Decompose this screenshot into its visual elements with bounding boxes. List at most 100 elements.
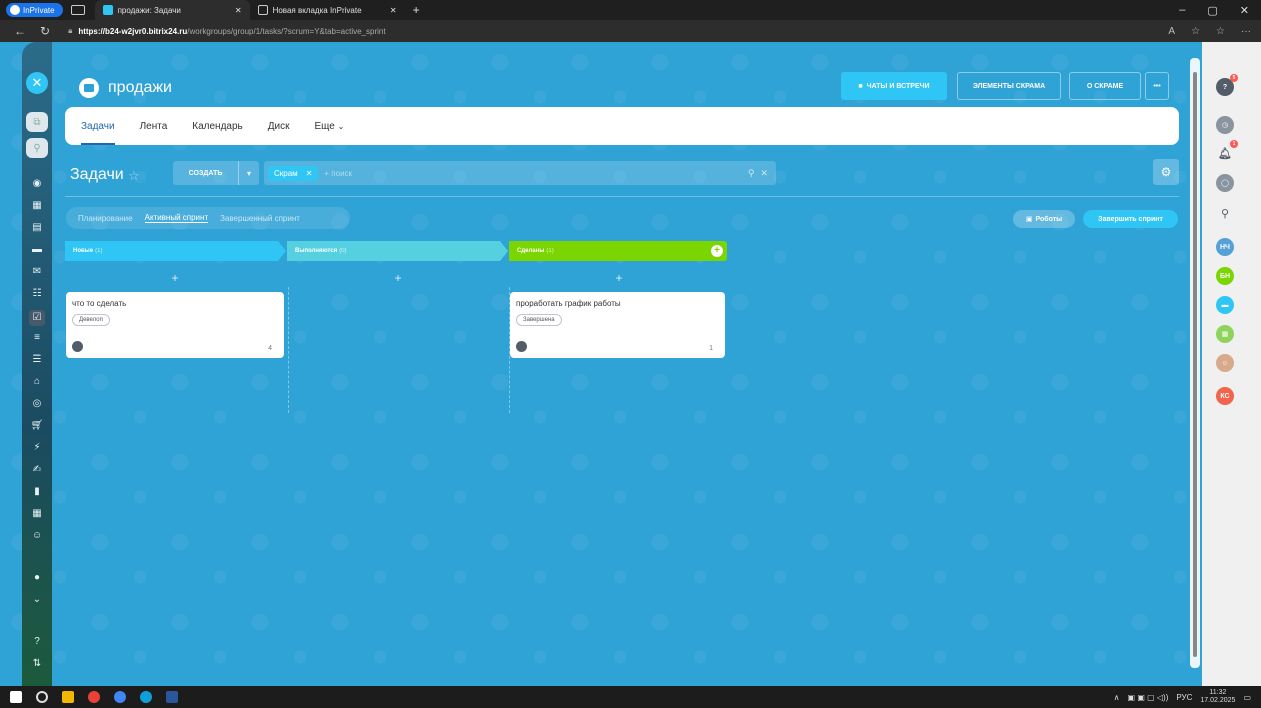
- search-icon[interactable]: ⚲: [748, 168, 755, 179]
- minimize-icon[interactable]: –: [1179, 4, 1185, 17]
- tab-disk[interactable]: Диск: [268, 121, 290, 132]
- browser-tab-tasks[interactable]: продажи: Задачи ✕: [94, 0, 250, 20]
- mail-icon[interactable]: ✉: [30, 266, 44, 278]
- tray-icons[interactable]: ▣ ▣ ▢ ◁)): [1128, 693, 1169, 702]
- bell-icon[interactable]: 🔔︎ 1: [1216, 140, 1238, 162]
- help-icon[interactable]: ?: [30, 636, 44, 648]
- add-task-icon[interactable]: +: [388, 271, 408, 285]
- search-icon[interactable]: ⚲: [1216, 204, 1234, 222]
- target-icon[interactable]: ◉: [30, 178, 44, 190]
- edge-icon[interactable]: [140, 691, 152, 703]
- calendar-icon[interactable]: ▦: [30, 200, 44, 212]
- tab-completed-sprint[interactable]: Завершенный спринт: [220, 214, 300, 223]
- analytics-icon[interactable]: ▮: [30, 486, 44, 498]
- clear-icon[interactable]: ✕: [760, 168, 768, 179]
- task-title[interactable]: что то сделать: [72, 299, 278, 308]
- favorite-star-icon[interactable]: ☆: [1191, 26, 1200, 37]
- more-button[interactable]: •••: [1145, 72, 1169, 100]
- back-icon[interactable]: ←: [14, 24, 26, 38]
- browser-tab-new[interactable]: Новая вкладка InPrivate ✕: [250, 0, 405, 20]
- close-tab-icon[interactable]: ✕: [235, 6, 242, 15]
- scrum-elements-button[interactable]: ЭЛЕМЕНТЫ СКРАМА: [957, 72, 1061, 100]
- add-column-icon[interactable]: +: [711, 245, 723, 257]
- close-window-icon[interactable]: ✕: [1240, 4, 1249, 17]
- tab-planning[interactable]: Планирование: [78, 214, 133, 223]
- clock[interactable]: 11:32 17.02.2025: [1200, 689, 1235, 705]
- grid-icon[interactable]: ▦: [30, 508, 44, 520]
- chrome-icon[interactable]: [88, 691, 100, 703]
- arrows-icon[interactable]: ⇅: [30, 658, 44, 670]
- search-icon[interactable]: [36, 691, 48, 703]
- add-task-icon[interactable]: +: [165, 271, 185, 285]
- chat-bubble-icon[interactable]: ▬: [1216, 296, 1234, 314]
- add-task-icon[interactable]: +: [609, 271, 629, 285]
- favorite-star-icon[interactable]: ☆: [128, 168, 140, 184]
- robot-icon[interactable]: ☺: [30, 530, 44, 542]
- filter-chip[interactable]: Скрам ✕: [268, 165, 319, 181]
- chats-meetings-button[interactable]: ■ ЧАТЫ И ВСТРЕЧИ: [841, 72, 947, 100]
- target-crm-icon[interactable]: ◎: [30, 398, 44, 410]
- chat-icon[interactable]: ◯: [1216, 174, 1234, 192]
- tab-calendar[interactable]: Календарь: [192, 121, 242, 132]
- scrollbar[interactable]: [1190, 58, 1200, 668]
- favorites-icon[interactable]: ☆: [1216, 26, 1225, 37]
- avatar[interactable]: КС: [1216, 387, 1234, 405]
- create-button[interactable]: СОЗДАТЬ ▾: [173, 161, 259, 185]
- document-icon[interactable]: ▤: [30, 222, 44, 234]
- building-icon[interactable]: ⌂: [30, 376, 44, 388]
- sign-icon[interactable]: ✍︎: [30, 464, 44, 476]
- tab-feed[interactable]: Лента: [140, 121, 168, 132]
- avatar[interactable]: БН: [1216, 267, 1234, 285]
- user-avatar-icon[interactable]: [72, 341, 83, 352]
- menu-dots-icon[interactable]: ···: [1241, 26, 1251, 37]
- language-indicator[interactable]: РУС: [1176, 693, 1192, 702]
- read-aloud-icon[interactable]: A: [1168, 26, 1175, 37]
- tray-chevron-icon[interactable]: ∧: [1114, 693, 1120, 702]
- restore-icon[interactable]: ▢: [1207, 4, 1217, 17]
- chevron-down-icon[interactable]: ▾: [239, 161, 259, 185]
- inbox-icon[interactable]: ▬: [30, 244, 44, 256]
- remove-filter-icon[interactable]: ✕: [306, 169, 313, 178]
- tab-active-sprint[interactable]: Активный спринт: [144, 213, 209, 223]
- list-icon[interactable]: ☰: [30, 354, 44, 366]
- new-tab-icon[interactable]: +: [413, 3, 420, 17]
- task-tag[interactable]: Девелоп: [72, 314, 110, 326]
- column-header-new[interactable]: Новые (1): [65, 241, 286, 261]
- browser-icon[interactable]: [114, 691, 126, 703]
- user-avatar-icon[interactable]: [516, 341, 527, 352]
- settings-gear-icon[interactable]: ⚙: [1153, 159, 1179, 185]
- user-photo-icon[interactable]: ☺: [1216, 354, 1234, 372]
- column-header-done[interactable]: Сделаны (1): [509, 241, 727, 261]
- task-title[interactable]: проработать график работы: [516, 299, 719, 308]
- help-icon[interactable]: ? 5: [1216, 74, 1238, 96]
- timeman-icon[interactable]: ◷: [1216, 116, 1234, 134]
- task-card[interactable]: что то сделать Девелоп 4: [66, 292, 284, 358]
- cart-icon[interactable]: 🛒︎: [30, 420, 44, 432]
- inprivate-badge[interactable]: InPrivate: [6, 3, 63, 17]
- url-field[interactable]: 🔒︎ https://b24-w2jvr0.bitrix24.ru/workgr…: [68, 26, 386, 36]
- robots-button[interactable]: ▣ Роботы: [1013, 210, 1075, 228]
- close-tab-icon[interactable]: ✕: [390, 6, 397, 15]
- tasks-icon[interactable]: ☑: [29, 310, 45, 326]
- contacts-icon[interactable]: ☷: [30, 288, 44, 300]
- tab-tasks[interactable]: Задачи: [81, 121, 115, 145]
- task-card[interactable]: проработать график работы Завершена 1: [510, 292, 725, 358]
- filter-icon[interactable]: ≡: [30, 332, 44, 344]
- word-icon[interactable]: [166, 691, 178, 703]
- search-input[interactable]: Скрам ✕ + поиск ⚲ ✕: [264, 161, 776, 185]
- about-scrum-button[interactable]: О СКРАМЕ: [1069, 72, 1141, 100]
- copy-link-icon[interactable]: ⚲: [26, 138, 48, 158]
- avatar-icon[interactable]: ●: [30, 572, 44, 584]
- open-new-window-icon[interactable]: ⧉: [26, 112, 48, 132]
- windows-start-icon[interactable]: [10, 691, 22, 703]
- avatar[interactable]: НЧ: [1216, 238, 1234, 256]
- finish-sprint-button[interactable]: Завершить спринт: [1083, 210, 1178, 228]
- tab-actions-icon[interactable]: [70, 5, 85, 15]
- automation-icon[interactable]: ⚡︎: [30, 442, 44, 454]
- chevron-down-icon[interactable]: ⌄: [30, 594, 44, 606]
- close-slider-icon[interactable]: ✕: [26, 72, 48, 94]
- refresh-icon[interactable]: ↻: [40, 24, 50, 38]
- file-explorer-icon[interactable]: [62, 691, 74, 703]
- task-tag[interactable]: Завершена: [516, 314, 562, 326]
- notifications-icon[interactable]: ▭: [1243, 693, 1251, 702]
